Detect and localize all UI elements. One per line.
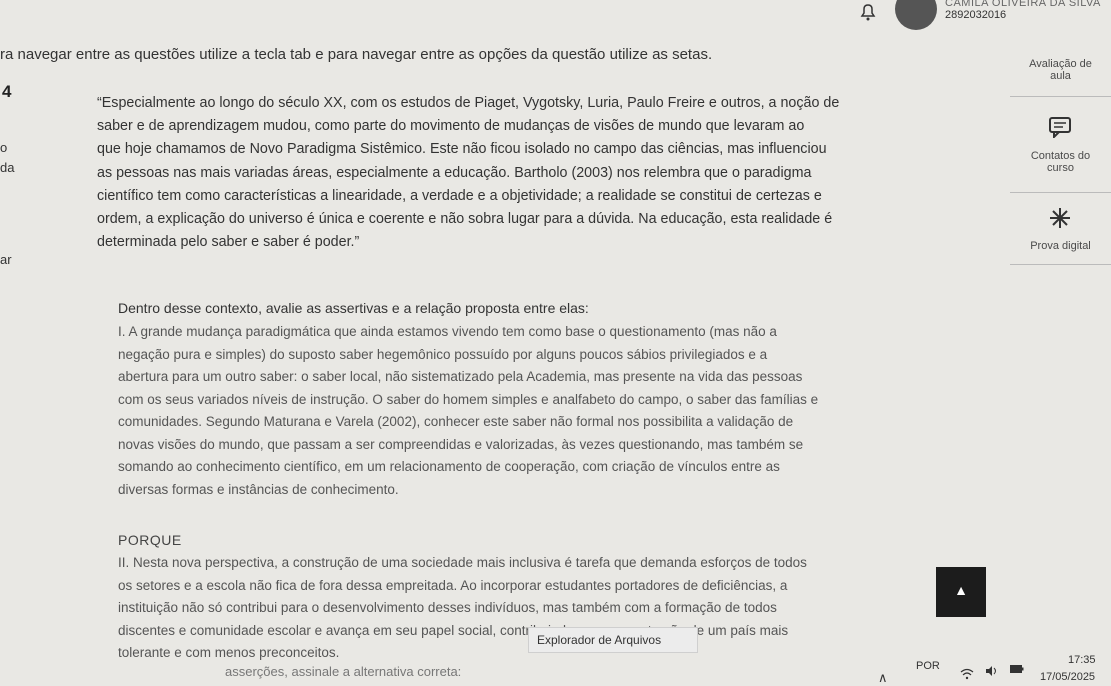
quote-line: que hoje chamamos de Novo Paradigma Sist…: [97, 141, 827, 158]
left-partial-label: o: [0, 140, 8, 155]
answer-prompt: asserções, assinale a alternativa corret…: [225, 664, 462, 679]
quote-line: “Especialmente ao longo do século XX, co…: [97, 95, 840, 111]
sidebar-item-title: Prova digital: [1030, 240, 1091, 252]
sparkle-icon: [1050, 208, 1070, 228]
assertion-line: somando ao conhecimento científico, em u…: [118, 459, 780, 474]
taskbar-date[interactable]: 17/05/2025: [1040, 671, 1095, 683]
assertion-line: comunidades. Segundo Maturana e Varela (…: [118, 414, 794, 429]
assertion-one: I. A grande mudança paradigmática que ai…: [118, 321, 998, 501]
file-explorer-tooltip: Explorador de Arquivos: [528, 627, 698, 653]
left-partial-label: da: [0, 160, 15, 175]
porque-label: PORQUE: [118, 532, 182, 548]
question-context: Dentro desse contexto, avalie as asserti…: [118, 300, 589, 316]
quote-line: determinada pelo saber e saber é poder.”: [97, 234, 360, 251]
avatar[interactable]: [895, 0, 937, 30]
sidebar-item-prova-digital[interactable]: Prova digital: [1010, 240, 1111, 252]
sidebar-item-subtitle: curso: [1047, 162, 1074, 174]
scroll-top-button[interactable]: ▲: [936, 567, 986, 617]
assertion-line: diversas formas e instâncias de conhecim…: [118, 481, 399, 497]
speaker-icon[interactable]: [985, 665, 999, 677]
question-number: 4: [2, 82, 12, 101]
sidebar-item-subtitle: aula: [1050, 70, 1071, 82]
assertion-line: com os seus variados níveis de instrução…: [118, 391, 819, 407]
quote-line: saber e de aprendizagem mudou, como part…: [97, 118, 805, 135]
assertion-line: instituição não só contribui para o dese…: [118, 600, 777, 615]
sidebar-item-title: Avaliação de: [1029, 58, 1092, 70]
user-name: CAMILA OLIVEIRA DA SILVA: [945, 0, 1101, 9]
assertion-line: abertura para um outro saber: o saber lo…: [118, 369, 803, 384]
user-id: 2892032016: [945, 9, 1007, 21]
question-quote: “Especialmente ao longo do século XX, co…: [97, 92, 1017, 254]
battery-icon[interactable]: [1010, 664, 1024, 674]
assertion-line: negação pura e simples) do suposto saber…: [118, 346, 768, 362]
sidebar-item-title: Contatos do: [1030, 150, 1091, 162]
left-partial-label: ar: [0, 252, 12, 267]
assertion-line: II. Nesta nova perspectiva, a construção…: [118, 555, 807, 570]
sidebar-divider: [1010, 264, 1111, 265]
bell-icon[interactable]: [858, 2, 878, 22]
quote-line: ordem, a explicação do universo é única …: [97, 211, 833, 228]
sidebar-item-contatos[interactable]: Contatos do curso: [1010, 150, 1111, 174]
top-bar: CAMILA OLIVEIRA DA SILVA 2892032016: [0, 0, 1111, 40]
assertion-line: novas visões do mundo, que passam a ser …: [118, 436, 804, 452]
quote-line: científico tem como características a li…: [97, 187, 822, 204]
assertion-line: I. A grande mudança paradigmática que ai…: [118, 324, 777, 339]
wifi-icon[interactable]: [960, 668, 974, 680]
chevron-up-icon[interactable]: ∧: [878, 670, 888, 686]
language-indicator[interactable]: POR: [916, 660, 940, 672]
sidebar-item-avaliacao[interactable]: Avaliação de aula: [1010, 58, 1111, 82]
taskbar-time[interactable]: 17:35: [1068, 654, 1096, 666]
navigation-instructions: ra navegar entre as questões utilize a t…: [0, 46, 713, 63]
quote-line: as pessoas nas mais variadas áreas, espe…: [97, 164, 812, 181]
sidebar-divider: [1010, 96, 1111, 97]
sidebar-divider: [1010, 192, 1111, 193]
assertion-line: os setores e a escola não fica de fora d…: [118, 577, 788, 593]
chat-icon: [1049, 117, 1071, 138]
